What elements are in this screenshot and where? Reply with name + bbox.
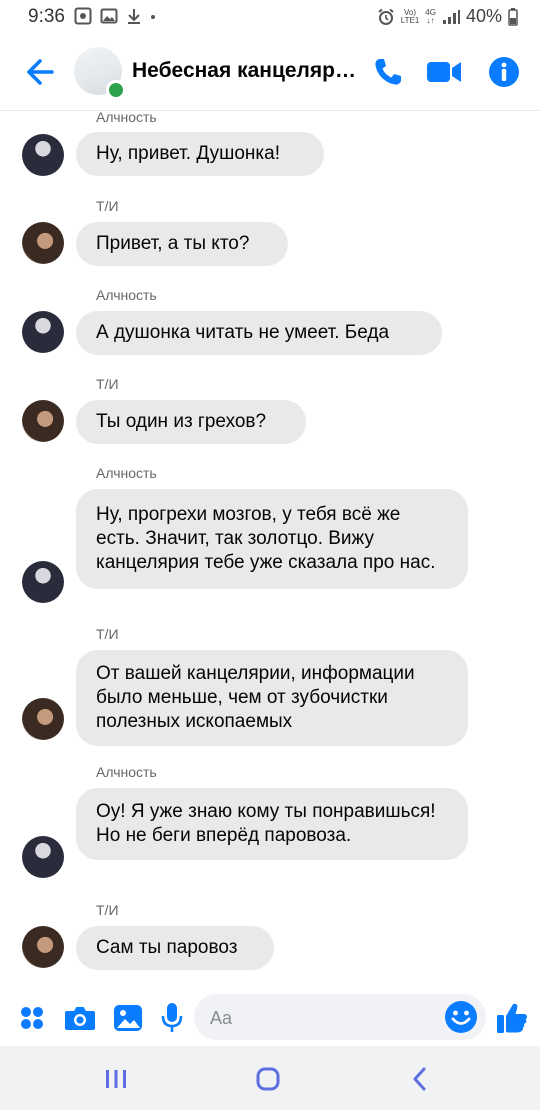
like-button[interactable] [494, 1000, 530, 1036]
voice-button[interactable] [154, 1000, 190, 1036]
emoji-icon[interactable] [444, 1000, 478, 1034]
status-bar: 9:36 Vo) LTE1 4G ↓↑ 40% [0, 0, 540, 34]
online-status-dot [106, 80, 126, 100]
apps-grid-icon [21, 1007, 43, 1029]
avatar[interactable] [22, 836, 64, 878]
message-input[interactable] [208, 994, 442, 1042]
back-arrow-icon [27, 59, 54, 85]
message-bubble[interactable]: Ты один из грехов? [76, 400, 306, 444]
network-type: 4G ↓↑ [425, 7, 436, 25]
message-bubble[interactable]: От вашей канцелярии, информации было мен… [76, 650, 468, 746]
sender-name: Т/И [96, 626, 119, 642]
dot-icon [151, 15, 155, 19]
sender-name: Т/И [96, 376, 119, 392]
home-button[interactable] [248, 1062, 288, 1096]
system-back-button[interactable] [400, 1062, 440, 1096]
camera-icon [65, 1007, 95, 1030]
download-icon [128, 9, 140, 24]
sender-name: Т/И [96, 902, 119, 918]
message-thread[interactable]: Алчность Ну, привет. Душонка! Т/И Привет… [0, 110, 540, 990]
avatar[interactable] [22, 311, 64, 353]
info-icon [489, 57, 519, 87]
battery-icon [508, 7, 518, 26]
avatar[interactable] [22, 561, 64, 603]
sender-name: Алчность [96, 110, 157, 125]
message-bubble[interactable]: Привет, а ты кто? [76, 222, 288, 266]
avatar[interactable] [22, 134, 64, 176]
phone-icon [375, 59, 401, 85]
avatar[interactable] [22, 926, 64, 968]
back-button[interactable] [22, 52, 62, 92]
back-icon [413, 1067, 426, 1091]
image-notification-icon [100, 8, 118, 24]
system-nav-bar [0, 1046, 540, 1110]
signal-icon [442, 9, 460, 24]
message-bubble[interactable]: Ну, привет. Душонка! [76, 132, 324, 176]
avatar[interactable] [22, 222, 64, 264]
sender-name: Алчность [96, 287, 157, 303]
info-button[interactable] [486, 54, 522, 90]
message-bubble[interactable]: Оу! Я уже знаю кому ты понравишься! Но н… [76, 788, 468, 860]
message-input-container [194, 994, 486, 1042]
sender-name: Алчность [96, 465, 157, 481]
video-camera-icon [427, 62, 461, 82]
message-bubble[interactable]: Ну, прогрехи мозгов, у тебя всё же есть.… [76, 489, 468, 589]
chat-title[interactable]: Небесная канцелярия [132, 59, 356, 83]
sender-name: Т/И [96, 198, 119, 214]
video-call-button[interactable] [426, 54, 462, 90]
microphone-icon [161, 1003, 183, 1032]
composer-bar [0, 990, 540, 1046]
screen-record-icon [74, 7, 92, 25]
recent-apps-button[interactable] [96, 1062, 136, 1096]
sender-name: Алчность [96, 764, 157, 780]
status-time: 9:36 [28, 6, 65, 27]
recent-apps-icon [106, 1070, 126, 1088]
thumbs-up-icon [497, 1003, 527, 1033]
audio-call-button[interactable] [370, 54, 406, 90]
chat-header: Небесная канцелярия [0, 34, 540, 111]
apps-button[interactable] [14, 1000, 50, 1036]
avatar[interactable] [22, 400, 64, 442]
message-bubble[interactable]: Сам ты паровоз [76, 926, 274, 970]
gallery-button[interactable] [110, 1000, 146, 1036]
gallery-icon [114, 1005, 142, 1031]
battery-percent: 40% [465, 6, 502, 26]
alarm-icon [378, 8, 394, 25]
home-icon [256, 1067, 280, 1091]
avatar[interactable] [22, 698, 64, 740]
network-indicator: Vo) LTE1 [400, 7, 420, 25]
message-bubble[interactable]: А душонка читать не умеет. Беда [76, 311, 442, 355]
camera-button[interactable] [62, 1000, 98, 1036]
